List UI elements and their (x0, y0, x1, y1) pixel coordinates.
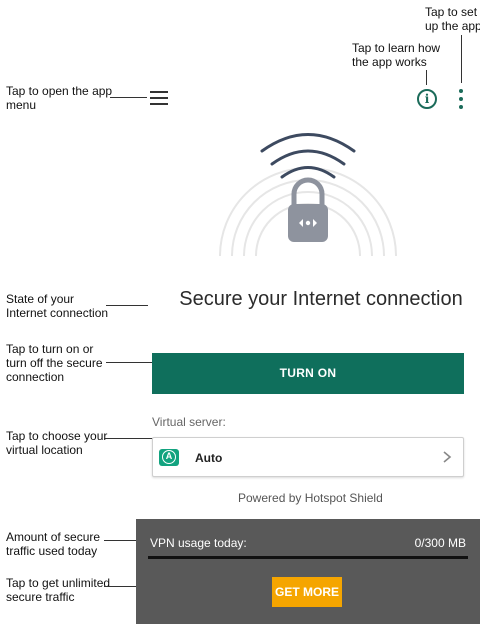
leader-menu (110, 97, 147, 98)
virtual-server-label: Virtual server: (152, 415, 226, 429)
usage-panel: VPN usage today: 0/300 MB GET MORE (136, 519, 480, 624)
callout-menu: Tap to open the app menu (6, 84, 113, 112)
callout-setup: Tap to set up the app (425, 5, 480, 33)
usage-label: VPN usage today: (150, 536, 247, 550)
auto-location-icon: A (159, 449, 179, 466)
callout-traffic: Amount of secure traffic used today (6, 530, 101, 558)
more-vertical-icon[interactable] (457, 89, 465, 109)
usage-progress-bar (148, 556, 468, 559)
lock-signal-icon (219, 133, 397, 257)
virtual-server-select[interactable]: A Auto (152, 437, 464, 477)
powered-by-text: Powered by Hotspot Shield (238, 491, 383, 505)
server-value: Auto (195, 451, 223, 465)
info-icon[interactable]: i (417, 89, 437, 109)
usage-value: 0/300 MB (414, 536, 466, 550)
hamburger-icon[interactable] (150, 91, 168, 105)
connection-status-headline: Secure your Internet connection (0, 288, 480, 311)
get-more-button[interactable]: GET MORE (272, 577, 342, 607)
callout-learn: Tap to learn how the app works (352, 41, 441, 69)
callout-location: Tap to choose your virtual location (6, 429, 108, 457)
chevron-right-icon (443, 451, 452, 463)
headline-text: Secure your Internet connection (179, 288, 463, 310)
leader-learn (426, 70, 427, 85)
leader-setup (461, 35, 462, 83)
callout-unlimited: Tap to get unlimited secure traffic (6, 576, 111, 604)
callout-toggle: Tap to turn on or turn off the secure co… (6, 342, 103, 384)
turn-on-button[interactable]: TURN ON (152, 353, 464, 394)
